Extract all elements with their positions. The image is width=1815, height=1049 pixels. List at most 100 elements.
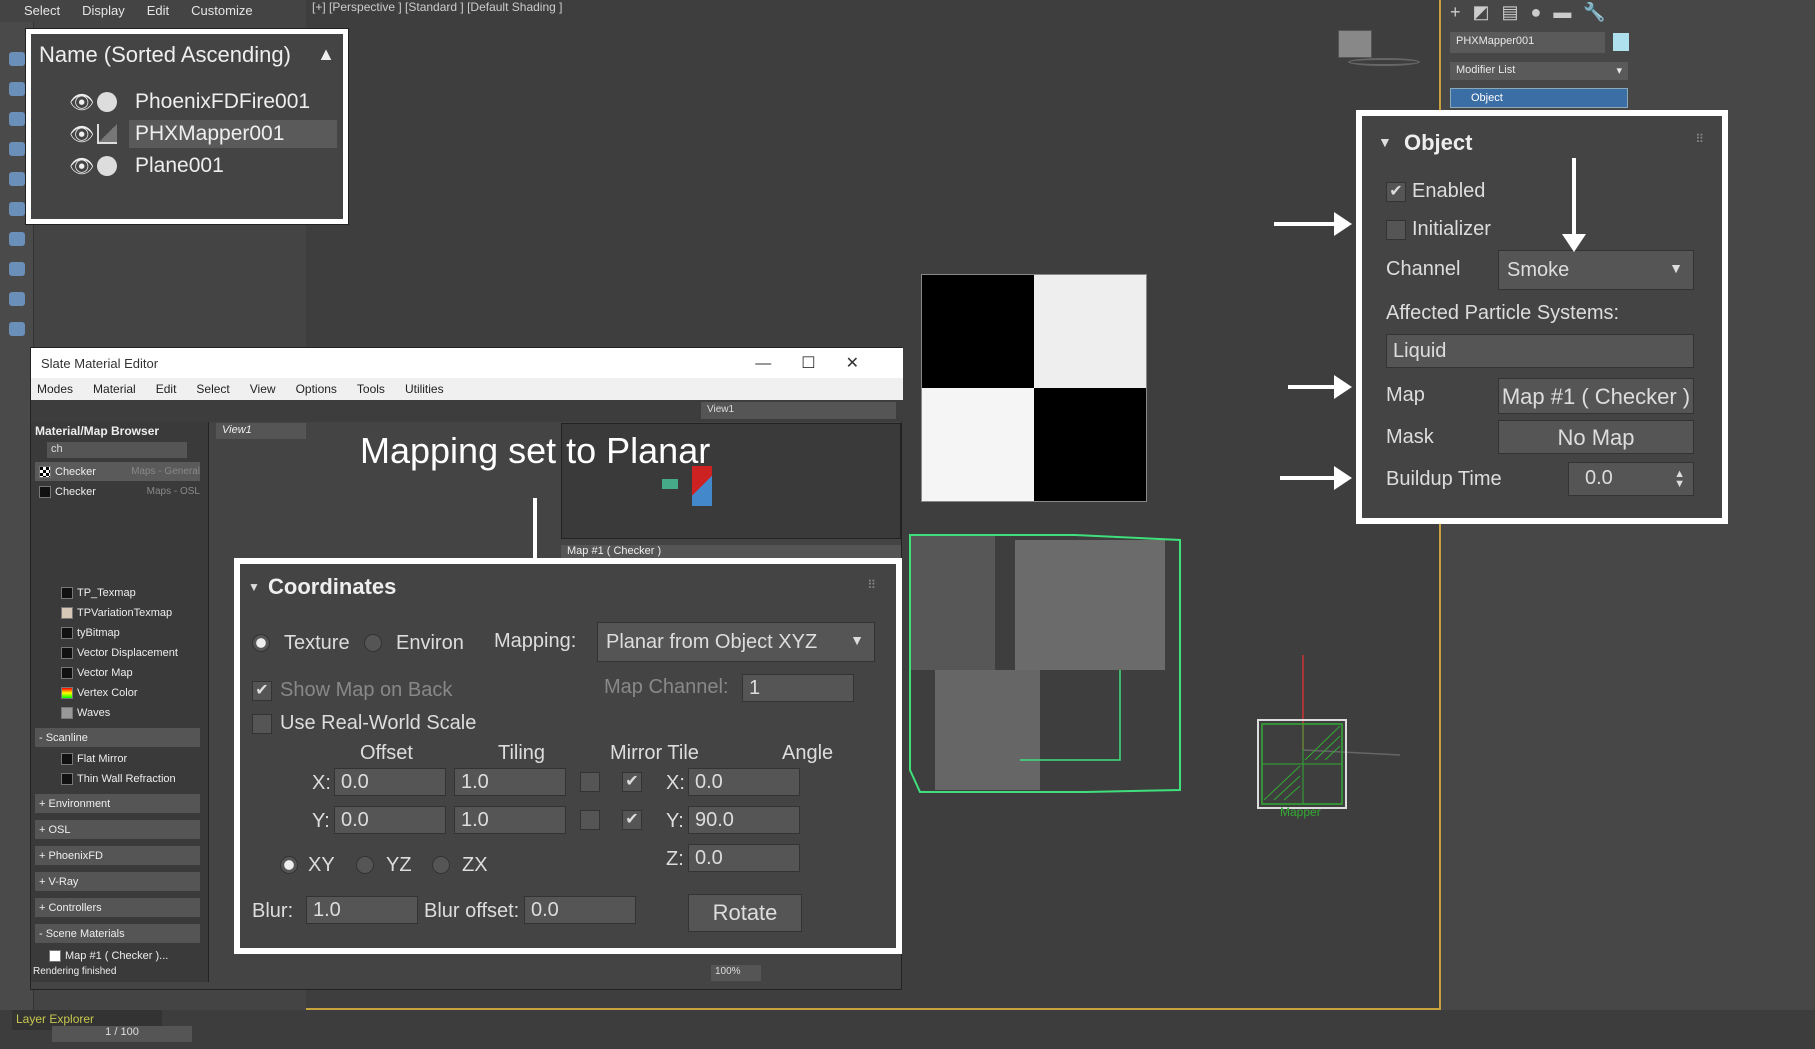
display-icon[interactable]: ▬ [1553, 2, 1571, 23]
mask-button[interactable]: No Map [1498, 420, 1694, 454]
enabled-checkbox[interactable]: ✔ [1386, 182, 1406, 202]
menu-select[interactable]: Select [24, 3, 60, 19]
window-controls[interactable]: —☐✕ [755, 353, 889, 373]
buildup-spinner[interactable]: 0.0 ▲ ▼ [1568, 462, 1694, 496]
map-item[interactable]: Waves [35, 703, 200, 722]
group-header[interactable]: + V-Ray [35, 872, 200, 891]
helper-icon[interactable] [97, 124, 117, 144]
viewcube-ring[interactable] [1348, 58, 1420, 66]
tool-icon[interactable] [9, 52, 25, 66]
group-header[interactable]: + Environment [35, 794, 200, 813]
result-row[interactable]: Checker Maps - OSL [35, 482, 200, 501]
group-header[interactable]: + PhoenixFD [35, 846, 200, 865]
tiling-x-spinner[interactable]: 1.0 [454, 768, 566, 796]
menu-modes[interactable]: Modes [37, 382, 73, 396]
particle-systems-list[interactable]: Liquid [1386, 334, 1694, 368]
eye-icon[interactable]: 👁 [69, 122, 97, 147]
angle-x-spinner[interactable]: 0.0 [688, 768, 800, 796]
tool-icon[interactable] [9, 112, 25, 126]
sort-arrow-icon[interactable]: ▲ [317, 44, 335, 65]
motion-icon[interactable]: ● [1531, 2, 1542, 23]
utilities-icon[interactable]: 🔧 [1583, 2, 1605, 23]
modifier-stack-item[interactable]: Object [1450, 88, 1628, 108]
drag-handle-icon[interactable]: ⠿ [1695, 132, 1704, 146]
menu-display[interactable]: Display [82, 3, 125, 19]
group-header[interactable]: - Scene Materials [35, 924, 200, 943]
modifier-list-dropdown[interactable]: Modifier List ▾ [1450, 62, 1628, 80]
angle-z-spinner[interactable]: 0.0 [688, 844, 800, 872]
tile-y-checkbox[interactable]: ✔ [622, 810, 642, 830]
xy-radio[interactable] [280, 856, 298, 874]
tool-icon[interactable] [9, 82, 25, 96]
result-row[interactable]: Checker Maps - General [35, 462, 200, 481]
map-button[interactable]: Map #1 ( Checker ) [1498, 378, 1694, 414]
render-dot-icon[interactable] [97, 156, 117, 176]
map-item[interactable]: Vector Displacement [35, 643, 200, 662]
create-icon[interactable]: + [1450, 2, 1461, 23]
tool-icon[interactable] [9, 142, 25, 156]
eye-icon[interactable]: 👁 [69, 90, 97, 115]
rotate-button[interactable]: Rotate [688, 894, 802, 932]
real-world-checkbox[interactable] [252, 714, 272, 734]
drag-handle-icon[interactable]: ⠿ [867, 578, 876, 592]
mirror-y-checkbox[interactable] [580, 810, 600, 830]
scene-item[interactable]: 👁 Plane001 [39, 150, 337, 182]
angle-y-spinner[interactable]: 90.0 [688, 806, 800, 834]
column-header[interactable]: Name (Sorted Ascending) [39, 42, 291, 68]
tool-icon[interactable] [9, 172, 25, 186]
collapse-icon[interactable]: ▼ [1378, 134, 1392, 150]
menu-select[interactable]: Select [196, 382, 229, 396]
blur-spinner[interactable]: 1.0 [306, 896, 418, 924]
scene-item[interactable]: 👁 PHXMapper001 [39, 118, 337, 150]
zoom-dropdown[interactable]: 100% [711, 965, 761, 981]
yz-radio[interactable] [356, 856, 374, 874]
map-item[interactable]: TPVariationTexmap [35, 603, 200, 622]
tool-icon[interactable] [9, 232, 25, 246]
object-name-field[interactable]: PHXMapper001 [1450, 32, 1605, 53]
map-channel-spinner[interactable]: 1 [742, 674, 854, 702]
texture-radio[interactable] [252, 634, 270, 652]
map-item[interactable]: Flat Mirror [35, 749, 200, 768]
map-item[interactable]: Thin Wall Refraction [35, 769, 200, 788]
map-item[interactable]: Vertex Color [35, 683, 200, 702]
time-slider[interactable]: 1 / 100 [52, 1026, 192, 1042]
tool-icon[interactable] [9, 202, 25, 216]
mirror-x-checkbox[interactable] [580, 772, 600, 792]
initializer-checkbox[interactable] [1386, 220, 1406, 240]
view-dropdown[interactable]: View1 [701, 402, 896, 419]
viewport-label[interactable]: [+] [Perspective ] [Standard ] [Default … [312, 0, 562, 14]
menu-customize[interactable]: Customize [191, 3, 252, 19]
scene-material-item[interactable]: Map #1 ( Checker )... [35, 946, 200, 965]
group-header[interactable]: + Controllers [35, 898, 200, 917]
view-tab[interactable]: View1 [216, 423, 306, 439]
map-item[interactable]: Vector Map [35, 663, 200, 682]
collapse-icon[interactable]: ▼ [248, 580, 260, 594]
channel-dropdown[interactable]: Smoke ▼ [1498, 250, 1694, 290]
render-dot-icon[interactable] [97, 92, 117, 112]
offset-y-spinner[interactable]: 0.0 [334, 806, 446, 834]
tile-x-checkbox[interactable]: ✔ [622, 772, 642, 792]
object-color-swatch[interactable] [1613, 33, 1629, 51]
blur-offset-spinner[interactable]: 0.0 [524, 896, 636, 924]
menu-material[interactable]: Material [93, 382, 136, 396]
tool-icon[interactable] [9, 292, 25, 306]
environ-radio[interactable] [364, 634, 382, 652]
menu-tools[interactable]: Tools [357, 382, 385, 396]
zx-radio[interactable] [432, 856, 450, 874]
mapping-dropdown[interactable]: Planar from Object XYZ ▼ [597, 622, 875, 662]
group-header[interactable]: + OSL [35, 820, 200, 839]
group-header[interactable]: - Scanline [35, 728, 200, 747]
map-item[interactable]: TP_Texmap [35, 583, 200, 602]
menu-options[interactable]: Options [296, 382, 337, 396]
eye-icon[interactable]: 👁 [69, 154, 97, 179]
menu-utilities[interactable]: Utilities [405, 382, 444, 396]
scene-item[interactable]: 👁 PhoenixFDFire001 [39, 86, 337, 118]
modify-icon[interactable]: ◩ [1473, 2, 1490, 23]
hierarchy-icon[interactable]: ▤ [1502, 2, 1519, 23]
menu-edit[interactable]: Edit [147, 3, 169, 19]
offset-x-spinner[interactable]: 0.0 [334, 768, 446, 796]
viewcube-icon[interactable] [1338, 30, 1372, 58]
menu-view[interactable]: View [250, 382, 276, 396]
tool-icon[interactable] [9, 322, 25, 336]
browser-search-input[interactable]: ch [47, 442, 187, 458]
